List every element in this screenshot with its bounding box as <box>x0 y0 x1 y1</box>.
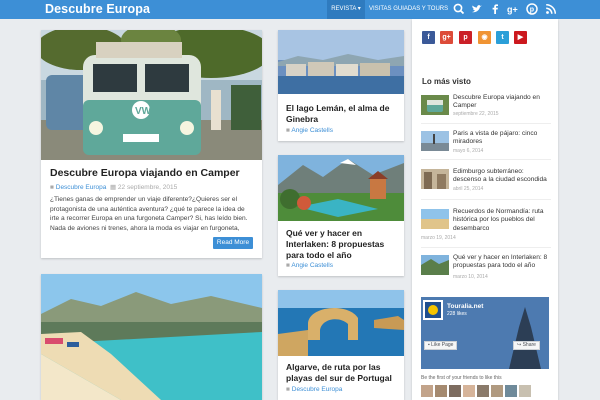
facebook-page-widget[interactable]: Touralia.net 228 likes ▪ Like Page ↪ Sha… <box>421 297 549 369</box>
popular-date: abril 25, 2014 <box>453 186 484 192</box>
divider <box>421 247 551 248</box>
pinterest-icon[interactable]: p <box>525 2 539 16</box>
fb-share-label: Share <box>522 342 536 348</box>
post-card-algarve: Algarve, de ruta por las playas del sur … <box>278 290 404 400</box>
avatar[interactable] <box>463 385 475 397</box>
popular-date: mayo 6, 2014 <box>453 148 484 154</box>
popular-item[interactable]: Descubre Europa viajando en Camper septi… <box>421 94 553 121</box>
youtube-icon[interactable]: ▶ <box>514 31 527 44</box>
author-icon: ■ <box>286 127 290 134</box>
sidebar: f g+ p ◉ t ▶ Lo más visto Descubre Europ… <box>412 19 558 400</box>
popular-thumb[interactable] <box>421 131 449 151</box>
post-author[interactable]: Angie Castells <box>291 127 333 134</box>
post-meta-camper: ■ Descubre Europa ▦ 22 septiembre, 2015 <box>50 183 177 191</box>
post-author[interactable]: Descubre Europa <box>292 386 343 393</box>
fb-like-label: Like Page <box>431 342 454 348</box>
post-image-interlaken[interactable] <box>278 155 404 221</box>
fb-share-button[interactable]: ↪ Share <box>513 341 540 350</box>
post-card-interlaken: Qué ver y hacer en Interlaken: 8 propues… <box>278 155 404 276</box>
avatar[interactable] <box>449 385 461 397</box>
avatar[interactable] <box>421 385 433 397</box>
svg-text:VW: VW <box>135 106 152 117</box>
popular-title[interactable]: Qué ver y hacer en Interlaken: 8 propues… <box>453 254 553 271</box>
author-icon: ■ <box>50 184 54 191</box>
post-title-algarve[interactable]: Algarve, de ruta por las playas del sur … <box>286 362 400 384</box>
post-meta-algarve: ■ Descubre Europa <box>286 386 342 393</box>
author-icon: ■ <box>286 262 290 269</box>
google-plus-icon[interactable]: g+ <box>440 31 453 44</box>
post-date: 22 septiembre, 2015 <box>117 184 178 191</box>
facebook-icon[interactable]: f <box>422 31 435 44</box>
post-title-leman[interactable]: El lago Lemán, el alma de Ginebra <box>286 103 398 125</box>
avatar[interactable] <box>491 385 503 397</box>
popular-date: marzo 10, 2014 <box>453 274 488 280</box>
twitter-icon[interactable]: t <box>496 31 509 44</box>
fb-friends-text: Be the first of your friends to like thi… <box>421 375 502 381</box>
post-meta-leman: ■ Angie Castells <box>286 127 333 134</box>
popular-date: marzo 19, 2014 <box>421 235 456 241</box>
nav-revista[interactable]: REVISTA ▾ <box>327 0 365 19</box>
google-plus-icon[interactable]: g+ <box>506 2 520 16</box>
popular-thumb[interactable] <box>421 255 449 275</box>
search-icon[interactable] <box>452 2 466 16</box>
popular-heading: Lo más visto <box>422 77 471 86</box>
post-title-interlaken[interactable]: Qué ver y hacer en Interlaken: 8 propues… <box>286 228 400 261</box>
fb-page-name[interactable]: Touralia.net <box>447 303 483 310</box>
post-author[interactable]: Angie Castells <box>291 262 333 269</box>
author-icon: ■ <box>286 386 290 393</box>
popular-title[interactable]: Paris a vista de pájaro: cinco miradores <box>453 130 553 147</box>
post-card-beach <box>41 274 262 400</box>
rss-icon[interactable]: ◉ <box>478 31 491 44</box>
fb-like-page-button[interactable]: ▪ Like Page <box>424 341 458 350</box>
popular-title[interactable]: Edimburgo subterráneo: descenso a la ciu… <box>453 168 553 185</box>
post-card-leman: El lago Lemán, el alma de Ginebra ■ Angi… <box>278 30 404 141</box>
divider <box>421 123 551 124</box>
post-excerpt-camper: ¿Tienes ganas de emprender un viaje dife… <box>50 196 248 232</box>
avatar[interactable] <box>505 385 517 397</box>
svg-text:p: p <box>530 7 534 14</box>
popular-item[interactable]: Paris a vista de pájaro: cinco miradores… <box>421 130 553 157</box>
popular-thumb[interactable] <box>421 95 449 115</box>
post-card-camper: VW Descubre Europa viajando en Camper ■ … <box>41 30 262 258</box>
popular-item[interactable]: Recuerdos de Normandía: ruta histórica p… <box>421 208 553 243</box>
divider <box>421 159 551 160</box>
nav-visitas-guiadas[interactable]: VISITAS GUIADAS Y TOURS <box>369 0 448 19</box>
post-image-camper[interactable]: VW <box>41 30 262 160</box>
pinterest-icon[interactable]: p <box>459 31 472 44</box>
popular-thumb[interactable] <box>421 209 449 229</box>
popular-thumb[interactable] <box>421 169 449 189</box>
divider <box>421 199 551 200</box>
avatar[interactable] <box>519 385 531 397</box>
popular-title[interactable]: Recuerdos de Normandía: ruta histórica p… <box>453 208 553 233</box>
calendar-icon: ▦ <box>108 184 117 191</box>
twitter-icon[interactable] <box>470 2 484 16</box>
facebook-icon[interactable] <box>488 2 502 16</box>
avatar[interactable] <box>435 385 447 397</box>
popular-date: septiembre 22, 2015 <box>453 111 499 117</box>
post-meta-interlaken: ■ Angie Castells <box>286 262 333 269</box>
fb-likes: 228 likes <box>447 311 467 317</box>
site-logo[interactable]: Descubre Europa <box>45 2 150 16</box>
read-more-button[interactable]: Read More <box>213 237 253 249</box>
popular-title[interactable]: Descubre Europa viajando en Camper <box>453 94 553 111</box>
post-author[interactable]: Descubre Europa <box>56 184 107 191</box>
rss-icon[interactable] <box>544 2 558 16</box>
post-image-algarve[interactable] <box>278 290 404 356</box>
post-title-camper[interactable]: Descubre Europa viajando en Camper <box>50 167 255 179</box>
svg-text:g+: g+ <box>507 5 518 15</box>
popular-item[interactable]: Edimburgo subterráneo: descenso a la ciu… <box>421 168 553 195</box>
top-navbar: Descubre Europa REVISTA ▾ VISITAS GUIADA… <box>0 0 600 19</box>
avatar[interactable] <box>477 385 489 397</box>
post-image-leman[interactable] <box>278 30 404 94</box>
post-image-beach[interactable] <box>41 274 262 400</box>
popular-item[interactable]: Qué ver y hacer en Interlaken: 8 propues… <box>421 254 553 281</box>
